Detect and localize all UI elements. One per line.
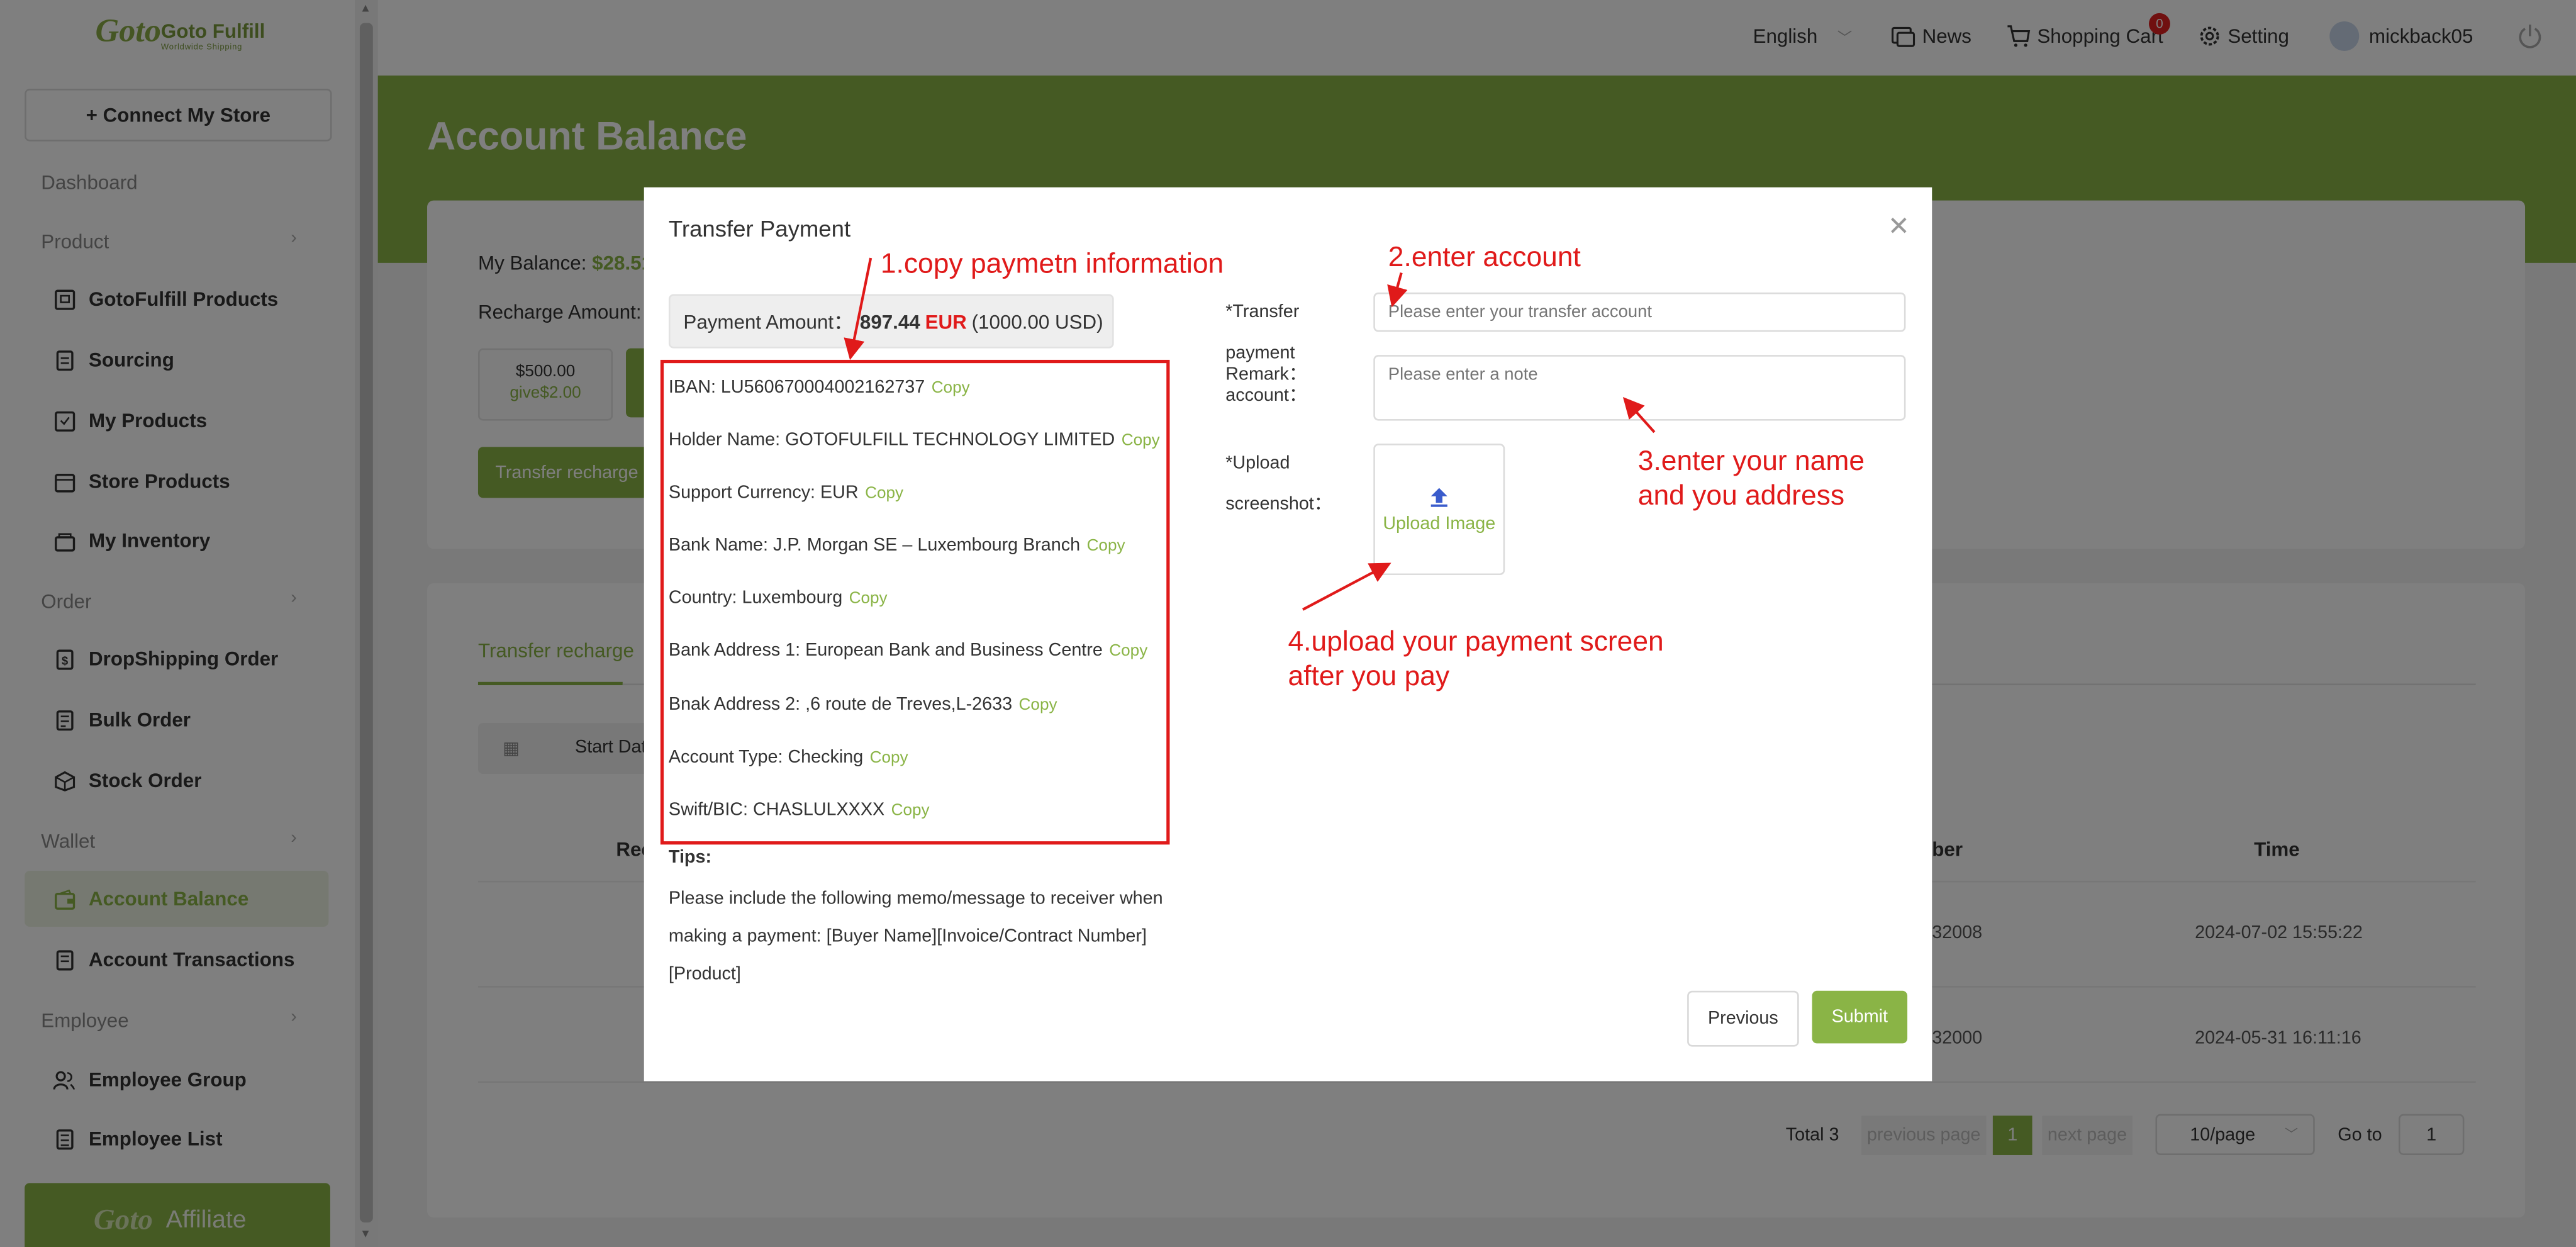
arrow-step-3 [1622, 397, 1656, 433]
arrow-step-2 [1387, 272, 1408, 308]
arrow-step-1 [844, 257, 873, 361]
app-window: Goto Goto Fulfill Worldwide Shipping + C… [0, 0, 2576, 1247]
arrow-step-4 [1302, 562, 1391, 611]
annotation-arrows [844, 257, 1656, 611]
